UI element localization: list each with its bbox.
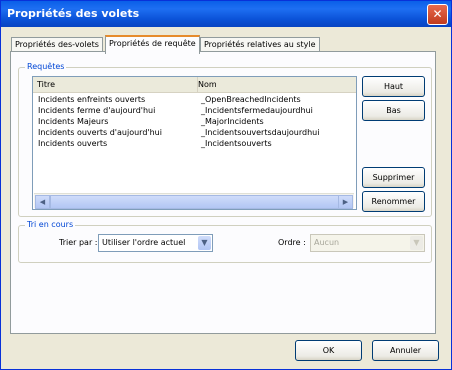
title-bar[interactable]: Propriétés des volets ✕ [1, 1, 451, 27]
tab-panel-properties[interactable]: Propriétés des-volets [11, 37, 103, 52]
sort-by-value: Utiliser l'ordre actuel [102, 238, 186, 247]
delete-button[interactable]: Supprimer [362, 167, 425, 188]
order-label: Ordre : [278, 238, 306, 247]
query-title: Incidents ouverts d'aujourd'hui [38, 128, 162, 137]
move-down-button[interactable]: Bas [362, 100, 425, 121]
rename-button[interactable]: Renommer [362, 191, 425, 212]
chevron-down-icon[interactable]: ▼ [198, 236, 211, 250]
close-button[interactable]: ✕ [427, 4, 448, 25]
scroll-thumb[interactable] [50, 195, 340, 209]
arrow-right-icon: ▶ [342, 198, 349, 206]
query-name: _Incidentsouvertsdaujourdhui [201, 128, 320, 137]
arrow-left-icon: ◀ [39, 198, 46, 206]
scroll-right-button[interactable]: ▶ [338, 195, 353, 209]
list-item[interactable]: Incidents Majeurs _MajorIncidents [33, 116, 356, 127]
dialog-window: Propriétés des volets ✕ Propriétés des-v… [0, 0, 452, 370]
query-name: _MajorIncidents [201, 117, 264, 126]
cancel-button[interactable]: Annuler [372, 340, 439, 361]
query-title: Incidents enfreints ouverts [38, 95, 146, 104]
sort-by-label: Trier par : [59, 238, 98, 247]
query-name: _Incidentsouverts [201, 139, 272, 148]
order-value: Aucun [314, 238, 340, 247]
ok-button[interactable]: OK [295, 340, 362, 361]
scroll-left-button[interactable]: ◀ [35, 195, 50, 209]
close-icon: ✕ [432, 7, 443, 21]
list-header: Titre Nom [33, 77, 356, 93]
horizontal-scrollbar[interactable]: ◀ ▶ [34, 193, 354, 209]
column-header-name[interactable]: Nom [194, 77, 356, 92]
query-name: _Incidentsfermedaujourdhui [201, 106, 313, 115]
list-item[interactable]: Incidents ferme d'aujourd'hui _Incidents… [33, 105, 356, 116]
window-title: Propriétés des volets [7, 7, 140, 20]
tab-style-properties[interactable]: Propriétés relatives au style [200, 37, 320, 52]
query-title: Incidents ouverts [38, 139, 108, 148]
list-item[interactable]: Incidents ouverts _Incidentsouverts [33, 138, 356, 149]
move-up-button[interactable]: Haut [362, 76, 425, 97]
column-header-title[interactable]: Titre [33, 77, 198, 92]
order-select[interactable]: Aucun ▼ [310, 234, 425, 252]
query-title: Incidents Majeurs [38, 117, 109, 126]
query-title: Incidents ferme d'aujourd'hui [38, 106, 156, 115]
list-item[interactable]: Incidents enfreints ouverts _OpenBreache… [33, 94, 356, 105]
chevron-down-icon: ▼ [410, 236, 423, 250]
query-name: _OpenBreachedIncidents [201, 95, 301, 104]
sort-group-label: Tri en cours [25, 220, 76, 229]
queries-group-label: Requêtes [25, 62, 67, 71]
queries-list[interactable]: Titre Nom Incidents enfreints ouverts _O… [32, 76, 357, 210]
list-item[interactable]: Incidents ouverts d'aujourd'hui _Inciden… [33, 127, 356, 138]
sort-by-select[interactable]: Utiliser l'ordre actuel ▼ [98, 234, 213, 252]
tab-query-properties[interactable]: Propriétés de requête [105, 35, 200, 54]
